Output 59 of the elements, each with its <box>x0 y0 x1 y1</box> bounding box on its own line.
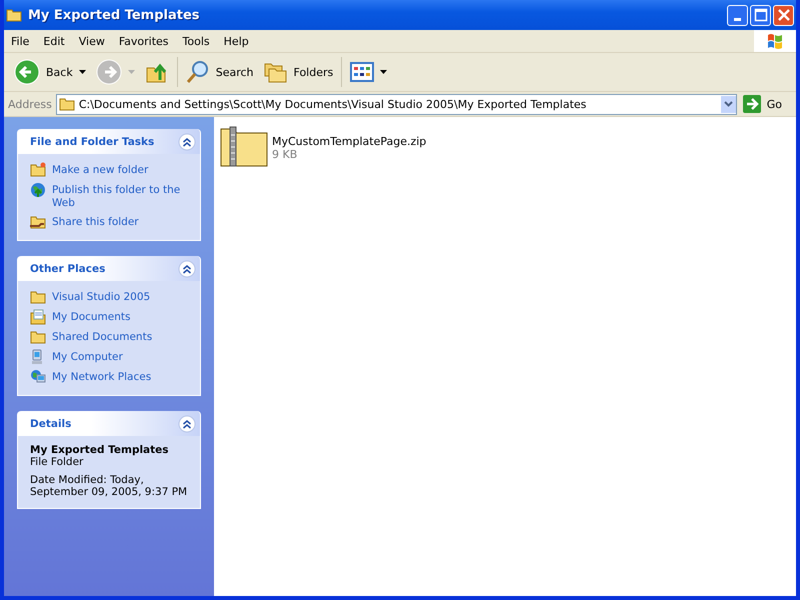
dropdown-caret-icon <box>128 70 135 74</box>
globe-icon <box>30 182 46 198</box>
menu-item[interactable]: Edit <box>36 34 72 48</box>
task-link[interactable]: My Computer <box>52 351 123 364</box>
close-icon <box>776 8 790 22</box>
zip-archive-entry[interactable]: MyCustomTemplatePage.zip 9 KB <box>218 123 428 169</box>
menu-item[interactable]: Tools <box>176 34 217 48</box>
dropdown-button[interactable] <box>720 96 736 112</box>
menu-item[interactable]: Help <box>216 34 256 48</box>
task-link[interactable]: Share this folder <box>52 216 139 229</box>
back-button[interactable]: Back <box>10 57 90 87</box>
minimize-icon <box>734 18 741 20</box>
search-icon <box>186 60 210 84</box>
views-icon <box>350 62 374 82</box>
folder-icon <box>30 289 46 305</box>
collapse-icon[interactable] <box>178 260 196 278</box>
close-button[interactable] <box>773 4 794 26</box>
chevron-down-icon <box>724 101 733 107</box>
new-folder-icon <box>30 162 46 178</box>
folder-icon <box>6 8 22 22</box>
detail-modified: Date Modified: Today, September 09, 2005, 9:37 PM <box>30 474 188 498</box>
file-name: MyCustomTemplatePage.zip <box>272 135 426 148</box>
minimize-button[interactable] <box>727 4 748 26</box>
shared-folder-icon <box>30 214 46 230</box>
task-link[interactable]: Shared Documents <box>52 331 152 344</box>
panel-header[interactable]: Other Places <box>18 256 200 281</box>
task-link[interactable]: Visual Studio 2005 <box>52 291 150 304</box>
menu-item[interactable]: View <box>72 34 112 48</box>
task-link[interactable]: Make a new folder <box>52 164 148 177</box>
task-link[interactable]: Publish this folder to the Web <box>52 184 194 210</box>
address-field[interactable]: C:\Documents and Settings\Scott\My Documents\Visual Studio 2005\My Exported Templates <box>56 94 737 114</box>
folder-icon <box>30 329 46 345</box>
maximize-button[interactable] <box>750 4 771 26</box>
menu-item[interactable]: Favorites <box>112 34 176 48</box>
dropdown-caret-icon <box>78 70 86 74</box>
folders-icon <box>264 61 288 83</box>
collapse-icon[interactable] <box>178 132 196 150</box>
flag-logo-icon <box>754 30 796 52</box>
network-icon <box>30 369 46 385</box>
dropdown-caret-icon <box>380 70 388 74</box>
collapse-icon[interactable] <box>178 414 196 432</box>
task-link[interactable]: My Documents <box>52 311 130 324</box>
address-label: Address <box>8 98 52 110</box>
right-arrow-icon <box>742 95 761 113</box>
menu-item[interactable]: File <box>4 34 36 48</box>
panel-header[interactable]: Details <box>18 411 200 436</box>
panel-header[interactable]: File and Folder Tasks <box>18 129 200 154</box>
maximize-icon <box>754 8 768 22</box>
window-title: My Exported Templates <box>28 8 201 22</box>
go-button[interactable]: Go <box>740 95 792 113</box>
folders-button[interactable]: Folders <box>260 59 338 85</box>
task-link[interactable]: My Network Places <box>52 371 152 384</box>
detail-name: My Exported Templates <box>30 444 170 456</box>
folder-icon <box>58 97 75 111</box>
documents-folder-icon <box>30 309 46 325</box>
zip-folder-icon <box>220 125 268 167</box>
detail-type: File Folder <box>30 456 84 468</box>
file-size: 9 KB <box>272 148 298 161</box>
search-button[interactable]: Search <box>182 58 258 86</box>
